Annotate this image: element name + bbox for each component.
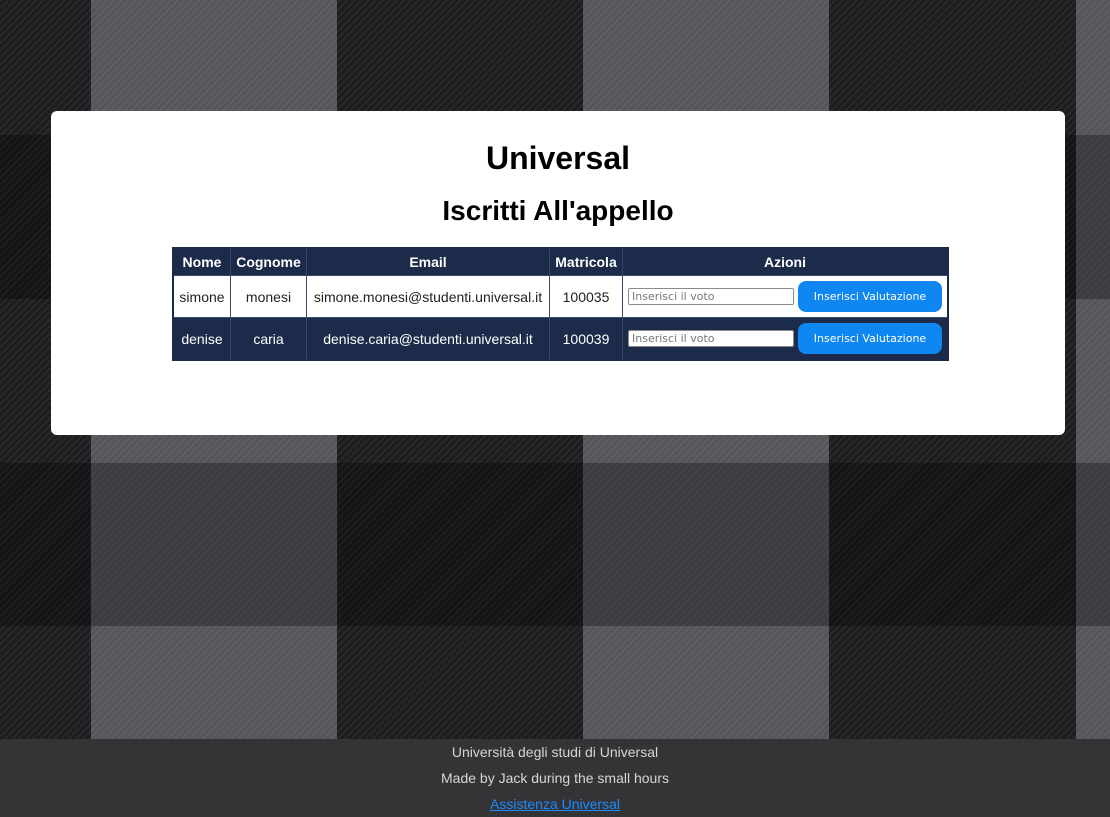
cell-azioni: Inserisci Valutazione <box>622 317 949 361</box>
background-band <box>0 463 1110 626</box>
app-title: Universal <box>485 140 631 176</box>
grade-input[interactable] <box>628 288 794 305</box>
main-card: Universal Iscritti All'appello Nome Cogn… <box>51 111 1065 435</box>
column-header-email: Email <box>306 247 550 276</box>
page-footer: Università degli studi di Universal Made… <box>0 739 1110 817</box>
cell-azioni: Inserisci Valutazione <box>622 275 949 318</box>
grade-input[interactable] <box>628 330 794 347</box>
column-header-cognome: Cognome <box>230 247 307 276</box>
cell-matricola: 100035 <box>549 275 623 318</box>
cell-email: simone.monesi@studenti.universal.it <box>306 275 550 318</box>
grade-actions: Inserisci Valutazione <box>627 281 943 312</box>
page-subtitle: Iscritti All'appello <box>442 195 674 226</box>
cell-matricola: 100039 <box>549 317 623 361</box>
cell-nome: denise <box>172 317 231 361</box>
column-header-matricola: Matricola <box>549 247 623 276</box>
column-header-azioni: Azioni <box>622 247 949 276</box>
cell-cognome: monesi <box>230 275 307 318</box>
submit-grade-button[interactable]: Inserisci Valutazione <box>798 281 942 312</box>
footer-credits: Made by Jack during the small hours <box>441 770 669 786</box>
table-header-row: Nome Cognome Email Matricola Azioni <box>172 247 949 276</box>
cell-nome: simone <box>172 275 231 318</box>
column-header-nome: Nome <box>172 247 231 276</box>
enrolled-students-table: Nome Cognome Email Matricola Azioni simo… <box>172 247 949 361</box>
table-row: simone monesi simone.monesi@studenti.uni… <box>172 275 949 318</box>
footer-university: Università degli studi di Universal <box>451 744 659 760</box>
grade-actions: Inserisci Valutazione <box>627 323 943 354</box>
cell-email: denise.caria@studenti.universal.it <box>306 317 550 361</box>
support-link[interactable]: Assistenza Universal <box>490 796 620 812</box>
cell-cognome: caria <box>230 317 307 361</box>
table-row: denise caria denise.caria@studenti.unive… <box>172 317 949 361</box>
submit-grade-button[interactable]: Inserisci Valutazione <box>798 323 942 354</box>
